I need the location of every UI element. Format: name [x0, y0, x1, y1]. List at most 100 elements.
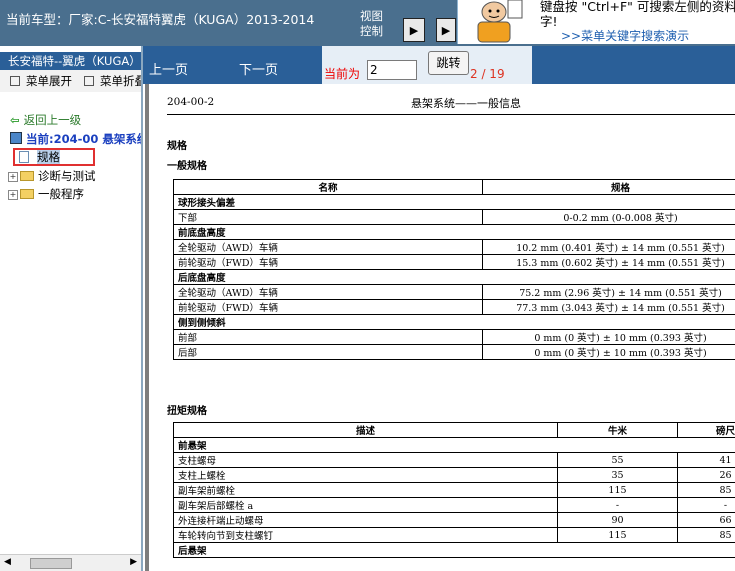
table-cell: 77.3 mm (3.043 英寸) ± 14 mm (0.551 英寸) [482, 299, 735, 315]
table-row: 后部 0 mm (0 英寸) ± 10 mm (0.393 英寸) [173, 344, 735, 360]
view-control-label[interactable]: 视图 控制 [360, 9, 383, 39]
sidebar-item-label: 一般程序 [38, 187, 84, 201]
table-section-row: 前底盘高度 [173, 224, 735, 240]
table-header-row: 名称 规格 [173, 179, 735, 195]
play-right-icon: ▶ [409, 23, 419, 37]
table-row: 前轮驱动（FWD）车辆 77.3 mm (3.043 英寸) ± 14 mm (0… [173, 299, 735, 315]
folder-icon [20, 171, 34, 181]
table-cell: 90 [557, 512, 678, 528]
header-rule [167, 114, 735, 115]
table-row: 支柱螺母 55 41 [173, 452, 735, 468]
document-page: 204-00-2 悬架系统——一般信息 规格 一般规格 名称 规格 球形接头偏差… [149, 84, 735, 571]
table-section-row: 球形接头偏差 [173, 194, 735, 210]
section-cell: 前底盘高度 [173, 224, 735, 240]
page-count: 2 / 19 [470, 67, 505, 81]
section-title: 规格 [167, 141, 187, 152]
back-arrow-icon: ⇦ [10, 113, 20, 127]
table-cell: 0-0.2 mm (0-0.008 英寸) [482, 209, 735, 225]
collapse-menu-label: 菜单折叠 [100, 74, 143, 88]
table-cell: 后部 [173, 344, 483, 360]
general-specs-table: 名称 规格 球形接头偏差 下部 0-0.2 mm (0-0.008 英寸) 前底盘高度… [173, 179, 735, 360]
sidebar-item-specifications[interactable]: 规格 [13, 148, 95, 166]
table-cell: 下部 [173, 209, 483, 225]
search-tip-text-line2: 字! [540, 14, 558, 29]
table-cell: 10.2 mm (0.401 英寸) ± 14 mm (0.551 英寸) [482, 239, 735, 255]
section-cell: 前悬架 [173, 437, 735, 453]
table-cell: 全轮驱动（AWD）车辆 [173, 284, 483, 300]
view-next-button[interactable]: ▶ [436, 18, 456, 42]
torque-specs-table: 描述 牛米 磅尺 前悬架 支柱螺母 55 41 支柱上螺栓 35 26 副车架前螺栓 115 85… [173, 422, 735, 558]
collapse-menu-button[interactable]: 菜单折叠 [84, 70, 143, 92]
view-forward-button[interactable]: ▶ [403, 18, 425, 42]
view-control-line1: 视图 [360, 9, 383, 23]
scroll-left-icon[interactable]: ◀ [4, 557, 11, 567]
jump-button[interactable]: 跳转 [428, 51, 469, 75]
view-control-line2: 控制 [360, 24, 383, 38]
sidebar-item-general-procedures[interactable]: + 一般程序 [8, 186, 84, 202]
sidebar-item-diagnosis[interactable]: + 诊断与测试 [8, 168, 96, 184]
search-tip-panel: 键盘按 "Ctrl+F" 可搜索左侧的资料 字! >>菜单关键字搜索演示 [457, 0, 735, 44]
table-cell: - [677, 497, 735, 513]
search-demo-link[interactable]: >>菜单关键字搜索演示 [561, 27, 689, 44]
mascot-icon [464, 0, 532, 44]
table-cell: 前轮驱动（FWD）车辆 [173, 299, 483, 315]
table-section-row: 后底盘高度 [173, 269, 735, 285]
table-section-row: 后悬架 [173, 542, 735, 558]
expand-plus-icon[interactable]: + [8, 172, 18, 182]
table-cell: 66 [677, 512, 735, 528]
column-header: 牛米 [557, 422, 678, 438]
table-cell: 0 mm (0 英寸) ± 10 mm (0.393 英寸) [482, 329, 735, 345]
current-vehicle-label: 当前车型：厂家:C-长安福特翼虎（KUGA）2013-2014 [6, 12, 315, 27]
horizontal-scrollbar[interactable]: ◀ ▶ [0, 554, 141, 571]
column-header: 磅尺 [677, 422, 735, 438]
sidebar-toolbar: 菜单展开 菜单折叠 [0, 70, 143, 92]
expand-menu-button[interactable]: 菜单展开 [10, 70, 72, 92]
folder-icon [20, 189, 34, 199]
table-cell: 外连接杆端止动螺母 [173, 512, 558, 528]
table-cell: 全轮驱动（AWD）车辆 [173, 239, 483, 255]
back-label: 返回上一级 [23, 113, 82, 127]
subsection-torque-specs: 扭矩规格 [167, 406, 207, 417]
table-cell: 85 [677, 527, 735, 543]
expand-icon [10, 76, 20, 86]
table-row: 前轮驱动（FWD）车辆 15.3 mm (0.602 英寸) ± 14 mm (0… [173, 254, 735, 270]
table-section-row: 侧到侧倾斜 [173, 314, 735, 330]
column-header: 描述 [173, 422, 558, 438]
table-row: 全轮驱动（AWD）车辆 75.2 mm (2.96 英寸) ± 14 mm (0.… [173, 284, 735, 300]
document-number: 204-00-2 [167, 96, 215, 108]
scroll-right-icon[interactable]: ▶ [130, 557, 137, 567]
section-cell: 球形接头偏差 [173, 194, 735, 210]
table-cell: 41 [677, 452, 735, 468]
current-page-label: 当前为 [324, 67, 361, 81]
page-number-input[interactable] [367, 60, 417, 80]
next-page-button[interactable]: 下一页 [239, 59, 278, 78]
table-cell: 副车架前螺栓 [173, 482, 558, 498]
search-tip-text: 键盘按 "Ctrl+F" 可搜索左侧的资料 [540, 0, 735, 14]
table-section-row: 前悬架 [173, 437, 735, 453]
section-cell: 后悬架 [173, 542, 735, 558]
expand-menu-label: 菜单展开 [26, 74, 72, 88]
subsection-general-specs: 一般规格 [167, 161, 207, 172]
back-button[interactable]: ⇦ 返回上一级 [10, 112, 81, 128]
table-cell: 副车架后部螺栓 a [173, 497, 558, 513]
table-cell: 支柱上螺栓 [173, 467, 558, 483]
table-cell: 115 [557, 527, 678, 543]
sidebar-item-label: 规格 [37, 150, 60, 164]
table-cell: 55 [557, 452, 678, 468]
document-icon [19, 151, 29, 163]
table-cell: 车轮转向节到支柱螺钉 [173, 527, 558, 543]
expand-plus-icon[interactable]: + [8, 190, 18, 200]
sidebar: 长安福特--翼虎（KUGA） 菜单展开 菜单折叠 ⇦ 返回上一级 当前:204-0… [0, 46, 143, 571]
column-header: 规格 [482, 179, 735, 195]
table-row: 前部 0 mm (0 英寸) ± 10 mm (0.393 英寸) [173, 329, 735, 345]
sidebar-item-label: 诊断与测试 [38, 169, 96, 183]
previous-page-button[interactable]: 上一页 [149, 59, 188, 78]
scroll-thumb[interactable] [30, 558, 72, 569]
table-cell: 支柱螺母 [173, 452, 558, 468]
table-cell: 15.3 mm (0.602 英寸) ± 14 mm (0.551 英寸) [482, 254, 735, 270]
table-row: 外连接杆端止动螺母 90 66 [173, 512, 735, 528]
table-cell: 前部 [173, 329, 483, 345]
page-toolbar: 上一页 下一页 当前为 跳转 2 / 19 [143, 46, 735, 84]
document-viewer[interactable]: 204-00-2 悬架系统——一般信息 规格 一般规格 名称 规格 球形接头偏差… [145, 84, 735, 571]
table-row: 支柱上螺栓 35 26 [173, 467, 735, 483]
